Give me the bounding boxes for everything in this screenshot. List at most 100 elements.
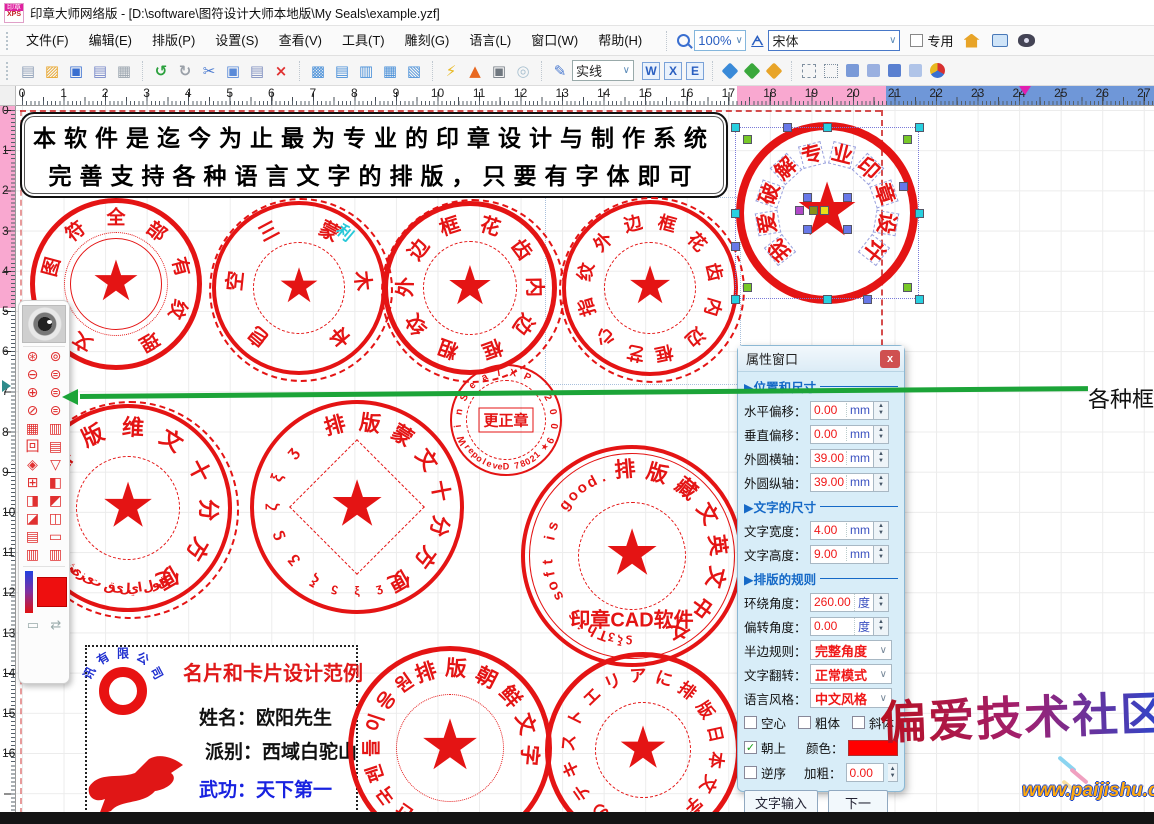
seal-correction[interactable]: WinSealXP 2009★ 12087 Developer更正章 [450, 364, 562, 476]
text-input-button[interactable]: 文字输入 [744, 790, 818, 814]
delete-icon[interactable]: × [271, 61, 291, 81]
selection-handle[interactable] [823, 295, 832, 304]
copy-icon[interactable]: ▣ [223, 61, 243, 81]
close-icon[interactable]: x [880, 350, 900, 368]
split-right-template-icon[interactable]: ◨ [26, 494, 39, 509]
slogan-banner[interactable]: 本软件是迄今为止最为专业的印章设计与制作系统 完善支持各种语言文字的排版，只要有… [20, 112, 728, 198]
menu-语言L[interactable]: 语言(L) [459, 26, 521, 56]
seal-japanese[interactable]: ★のテキストエリアに排版日本文字 [545, 652, 741, 814]
lightning-icon[interactable]: ⚡ [441, 61, 461, 81]
selection-handle[interactable] [731, 209, 740, 218]
zoom-select[interactable]: 100%∨ [694, 30, 746, 51]
export-excel-icon[interactable]: X [664, 62, 682, 80]
ellipse-bars-template-icon[interactable]: ⊜ [50, 386, 62, 401]
field-input[interactable]: 0.00度 [810, 617, 874, 636]
menu-窗口W[interactable]: 窗口(W) [521, 26, 588, 56]
circle-star-template-icon[interactable]: ⊛ [27, 350, 39, 365]
face-up-checkbox[interactable]: ✓ [744, 741, 757, 754]
arrange-shape-icon-1[interactable] [867, 64, 880, 77]
stroke-weight-input[interactable]: 0.00 [846, 763, 885, 782]
print-preview-icon[interactable]: ▤ [90, 61, 110, 81]
selection-handle[interactable] [803, 225, 812, 234]
field-spinner[interactable]: ▲▼ [874, 473, 889, 492]
palette-card-icon[interactable]: ▭ [27, 617, 39, 633]
field-spinner[interactable]: ▲▼ [874, 401, 889, 420]
menu-雕刻G[interactable]: 雕刻(G) [395, 26, 460, 56]
seal-mongolian-round[interactable]: ★皀空三蒙木本利 [212, 201, 386, 375]
selection-handle[interactable] [731, 123, 740, 132]
selection-handle[interactable] [731, 242, 740, 251]
library-icon[interactable] [992, 34, 1008, 47]
field-spinner[interactable]: ▲▼ [874, 593, 889, 612]
reverse-order-checkbox[interactable] [744, 766, 757, 779]
selection-handle[interactable] [843, 193, 852, 202]
seal-tibetan-english[interactable]: ★排版藏文英文中文This soft is good.ϛξʒ印章CAD软件 [521, 445, 743, 667]
diamond-template-icon[interactable]: ◈ [27, 458, 38, 473]
arrange-shape-icon-3[interactable] [909, 64, 922, 77]
new-file-icon[interactable]: ▤ [18, 61, 38, 81]
field-spinner[interactable]: ▲▼ [874, 521, 889, 540]
arrange-shape-icon-2[interactable] [888, 64, 901, 77]
quad-grid-template-icon[interactable]: ⊞ [27, 476, 39, 491]
ellipse-star-template-icon[interactable]: ⊕ [27, 386, 39, 401]
rect-split-template-icon[interactable]: ▤ [49, 440, 62, 455]
selection-handle[interactable] [809, 206, 818, 215]
field-input[interactable]: 39.00mm [810, 449, 874, 468]
pen-style-icon[interactable]: ✎ [550, 61, 570, 81]
cells-a-template-icon[interactable]: ▥ [26, 548, 39, 563]
gem-blue-icon[interactable] [722, 62, 739, 79]
distribute-h-icon[interactable]: ▧ [404, 61, 424, 81]
properties-panel-header[interactable]: 属性窗口 x [738, 346, 904, 372]
seal-fingerprint-border[interactable]: ★艺心指纹外边框花齿内边框 [562, 200, 738, 376]
seal-mongolian-diamond[interactable]: ★排版蒙文十分方便ξʒϛζξʒʒξϛ [250, 400, 464, 614]
bold-checkbox[interactable] [798, 716, 811, 729]
line-style-select[interactable]: 实线∨ [572, 60, 634, 81]
split-top-template-icon[interactable]: ◪ [26, 512, 39, 527]
select-nodes-icon[interactable] [824, 64, 838, 78]
gem-green-icon[interactable] [744, 62, 761, 79]
snapshot-icon[interactable]: ▣ [489, 61, 509, 81]
stroke-weight-spinner[interactable]: ▲▼ [888, 763, 898, 782]
selection-handle[interactable] [743, 283, 752, 292]
pie-chart-icon[interactable] [930, 63, 945, 78]
next-button[interactable]: 下一 [828, 790, 888, 814]
menu-设置S[interactable]: 设置(S) [205, 26, 268, 56]
save-icon[interactable]: ▣ [66, 61, 86, 81]
selection-handle[interactable] [823, 123, 832, 132]
grid-wide-template-icon[interactable]: ▥ [49, 422, 62, 437]
selection-handle[interactable] [903, 283, 912, 292]
seal-korean[interactable]: ★한국펜들이응원排版朝鲜文字 [348, 646, 552, 814]
split-corner-template-icon[interactable]: ◩ [49, 494, 62, 509]
split-vert-template-icon[interactable]: ◫ [49, 512, 62, 527]
ruler-marker-down-icon[interactable] [1019, 86, 1031, 95]
selection-handle[interactable] [803, 193, 812, 202]
menu-查看V[interactable]: 查看(V) [269, 26, 332, 56]
seal-coarse-border[interactable]: ★粗纹外边框花齿内边框 [383, 201, 557, 375]
italic-checkbox[interactable] [852, 716, 865, 729]
menu-排版P[interactable]: 排版(P) [142, 26, 205, 56]
field-input[interactable]: 4.00mm [810, 521, 874, 540]
split-left-template-icon[interactable]: ◧ [49, 476, 62, 491]
field-input[interactable]: 260.00度 [810, 593, 874, 612]
eye-preview-icon[interactable] [1018, 34, 1035, 47]
undo-icon[interactable]: ↺ [151, 61, 171, 81]
field-input[interactable]: 9.00mm [810, 545, 874, 564]
gem-orange-icon[interactable] [766, 62, 783, 79]
ruler-marker-right-icon[interactable] [2, 380, 11, 392]
selection-handle[interactable] [783, 123, 792, 132]
disc-icon[interactable]: ◎ [513, 61, 533, 81]
redo-icon[interactable]: ↻ [175, 61, 195, 81]
field-spinner[interactable]: ▲▼ [874, 449, 889, 468]
selection-handle[interactable] [903, 135, 912, 144]
open-folder-icon[interactable]: ▨ [42, 61, 62, 81]
circle-bar-template-icon[interactable]: ⊖ [27, 368, 39, 383]
ellipse-dual-template-icon[interactable]: ⊜ [50, 404, 62, 419]
export-email-icon[interactable]: E [686, 62, 704, 80]
paste-icon[interactable]: ▤ [247, 61, 267, 81]
field-input[interactable]: 39.00mm [810, 473, 874, 492]
selection-handle[interactable] [915, 295, 924, 304]
selection-handle[interactable] [731, 295, 740, 304]
selection-handle[interactable] [915, 209, 924, 218]
hollow-checkbox[interactable] [744, 716, 757, 729]
current-color-swatch[interactable] [37, 577, 67, 607]
